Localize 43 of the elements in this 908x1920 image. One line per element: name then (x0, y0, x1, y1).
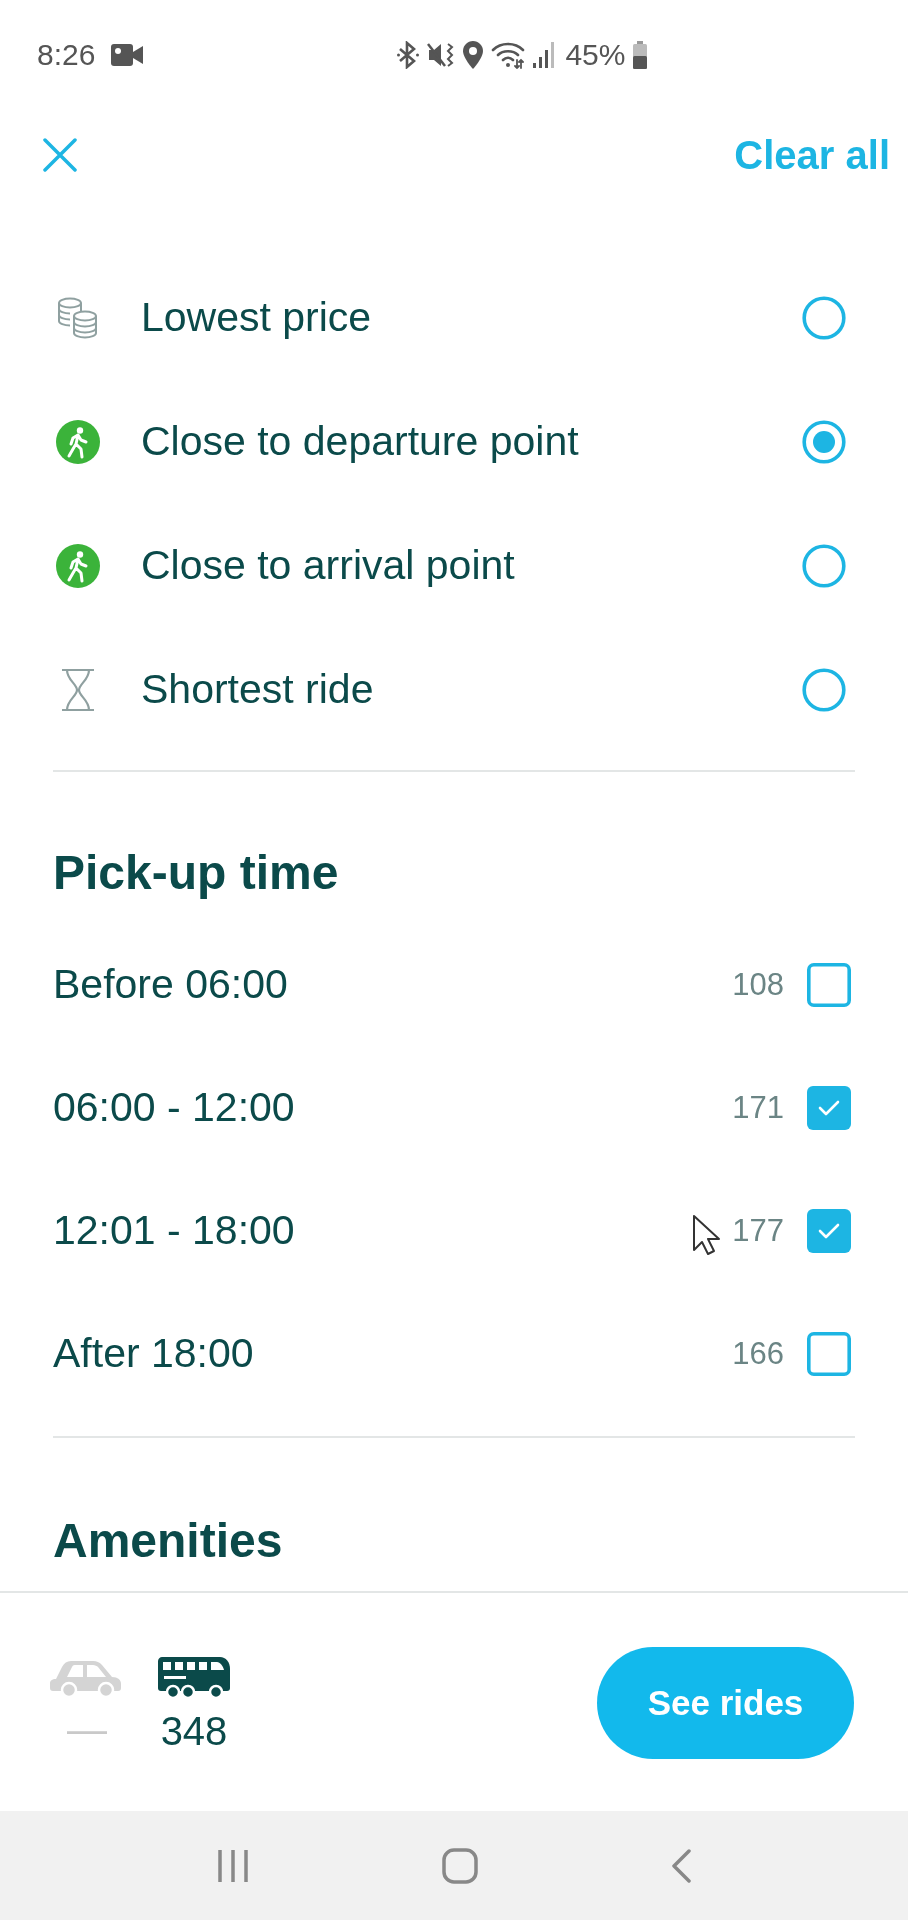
section-heading: Amenities (53, 1515, 283, 1567)
ride-count: 348 (160, 1709, 228, 1753)
sort-option-label[interactable]: Close to arrival point (141, 541, 515, 591)
status-time: 8:26 (37, 40, 96, 70)
sort-option-label[interactable]: Lowest price (141, 293, 372, 343)
result-count: 108 (732, 965, 784, 1004)
section-heading: Pick-up time (53, 847, 339, 899)
close-icon (43, 138, 77, 172)
time-option-label[interactable]: Before 06:00 (53, 959, 288, 1010)
result-count: 166 (732, 1334, 784, 1373)
sort-option-label[interactable]: Close to departure point (141, 417, 579, 467)
checkbox[interactable] (807, 1208, 851, 1253)
radio-button[interactable] (802, 296, 846, 340)
walking-person-icon (56, 544, 100, 588)
home-icon[interactable] (442, 1847, 478, 1884)
recent-apps-icon[interactable] (216, 1849, 250, 1882)
hourglass-icon (61, 668, 95, 712)
ride-count: — (67, 1707, 107, 1751)
radio-button[interactable] (802, 544, 846, 588)
location-pin-icon (463, 41, 484, 69)
video-camera-icon (111, 44, 144, 66)
checkbox[interactable] (807, 962, 851, 1007)
sort-option-label[interactable]: Shortest ride (141, 665, 374, 715)
coins-icon (56, 297, 100, 339)
battery-icon (633, 41, 648, 69)
wifi-icon (491, 41, 526, 69)
checkbox[interactable] (807, 1331, 851, 1376)
mouse-pointer-icon (692, 1214, 720, 1256)
time-option-label[interactable]: After 18:00 (53, 1328, 254, 1379)
time-option-label[interactable]: 06:00 - 12:00 (53, 1082, 295, 1133)
battery-percent: 45% (565, 40, 626, 70)
vibrate-mute-icon (427, 41, 456, 69)
bluetooth-icon (397, 41, 420, 69)
close-button[interactable] (43, 138, 77, 172)
back-icon[interactable] (670, 1848, 692, 1883)
bus-icon[interactable] (158, 1657, 230, 1699)
walking-person-icon (56, 420, 100, 464)
result-count: 177 (732, 1211, 784, 1250)
time-option-label[interactable]: 12:01 - 18:00 (53, 1205, 295, 1256)
radio-button[interactable] (802, 668, 846, 712)
result-count: 171 (732, 1088, 784, 1127)
checkbox[interactable] (807, 1085, 851, 1130)
radio-button[interactable] (802, 420, 846, 464)
